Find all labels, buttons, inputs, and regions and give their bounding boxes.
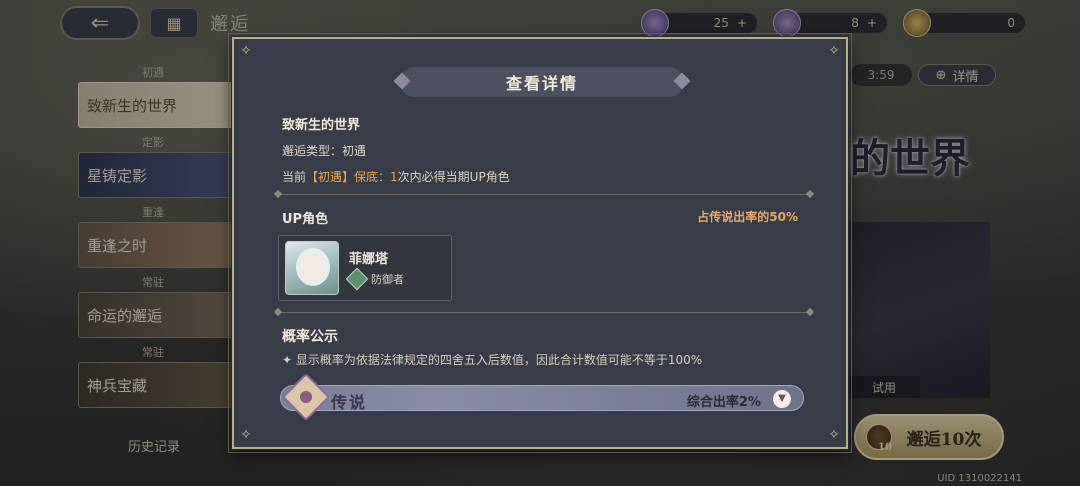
legendary-rarity-row[interactable]: 传说 综合出率2% ▼ [280,372,804,422]
pool-name: 致新生的世界 [282,118,361,133]
character-name: 菲娜塔 [349,252,389,267]
section-divider [278,312,810,313]
section-divider [278,194,810,195]
probability-heading: 概率公示 [282,329,338,345]
diamond-ornament-icon [673,72,691,90]
corner-ornament-icon: ✧ [828,427,840,443]
guarantee-suffix: 次内必得当期UP角色 [397,170,510,184]
corner-ornament-icon: ✧ [240,427,252,443]
up-heading: UP角色 [282,212,329,227]
up-rate: 占传说出率的50% [697,210,798,224]
corner-ornament-icon: ✧ [240,43,252,59]
character-face [300,252,326,282]
character-card[interactable]: 菲娜塔 防御者 [278,235,452,301]
guarantee-info: 当前【初遇】保底：1次内必得当期UP角色 [282,168,510,185]
legendary-emblem-icon [281,372,331,422]
guarantee-prefix: 当前 [282,170,307,184]
pool-type: 邂逅类型：初遇 [282,144,367,158]
dialog-title-plate: 查看详情 [393,67,691,97]
character-role: 防御者 [371,273,404,286]
character-portrait [285,241,339,295]
dialog-title: 查看详情 [505,74,578,93]
defender-role-icon [345,267,369,291]
rarity-rate: 综合出率2% [686,395,761,410]
probability-note: ✦ 显示概率为依据法律规定的四舍五入后数值，因此合计数值可能不等于100% [282,353,703,367]
rarity-name: 传说 [331,393,368,412]
chevron-down-icon[interactable]: ▼ [773,390,791,408]
guarantee-count: 1 [390,170,398,184]
corner-ornament-icon: ✧ [828,43,840,59]
details-dialog: ✧ ✧ ✧ ✧ 查看详情 致新生的世界 邂逅类型：初遇 当前【初遇】保底：1次内… [228,33,852,453]
diamond-ornament-icon [393,72,411,90]
guarantee-highlight: 【初遇】保底： [306,170,391,184]
